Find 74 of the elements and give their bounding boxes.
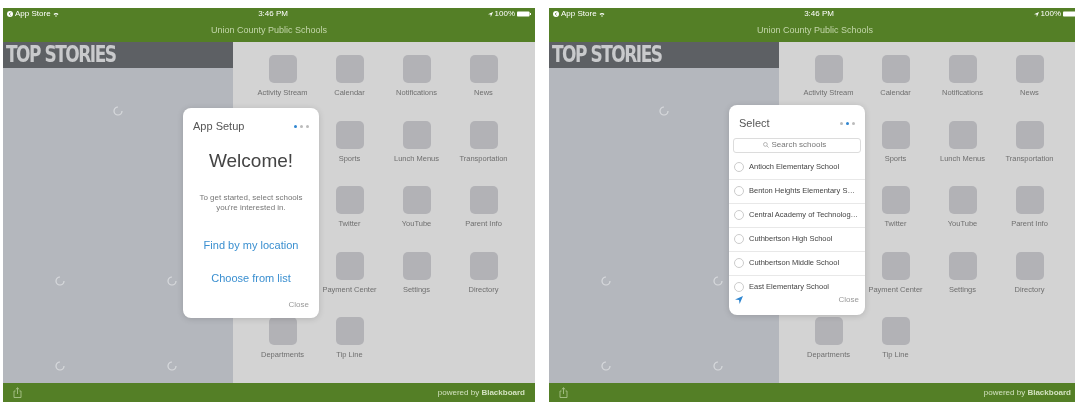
- close-button[interactable]: Close: [288, 299, 309, 311]
- back-icon: [553, 11, 559, 17]
- menu-tile-icon[interactable]: [335, 186, 364, 215]
- share-icon[interactable]: [559, 387, 568, 398]
- menu-tile-icon[interactable]: [881, 317, 910, 346]
- search-input[interactable]: Search schools: [771, 139, 832, 151]
- location-icon: [487, 11, 493, 17]
- loading-spinner-icon: [167, 360, 177, 371]
- powered-by-text: powered by Blackboard: [983, 386, 1071, 399]
- loading-spinner-icon: [713, 275, 723, 286]
- section-heading: TOP STORIES: [552, 39, 662, 70]
- menu-tile-icon[interactable]: [469, 55, 498, 83]
- battery-percent: 100%: [1040, 8, 1061, 20]
- loading-spinner-icon: [713, 360, 723, 371]
- menu-tile-icon[interactable]: [948, 186, 977, 215]
- loading-spinner-icon: [601, 360, 611, 371]
- back-link[interactable]: App Store: [15, 8, 51, 20]
- loading-spinner-icon: [55, 275, 65, 286]
- menu-tile-icon[interactable]: [268, 55, 297, 83]
- menu-tile-icon[interactable]: [335, 55, 364, 83]
- status-time: 3:46 PM: [804, 8, 834, 20]
- location-arrow-icon[interactable]: [735, 296, 743, 304]
- menu-tile-icon[interactable]: [814, 317, 843, 346]
- menu-tile-icon[interactable]: [948, 251, 977, 280]
- search-icon: [762, 142, 769, 148]
- wifi-icon: [598, 11, 605, 17]
- menu-tile-icon[interactable]: [402, 186, 431, 215]
- menu-tile-icon[interactable]: [402, 251, 431, 280]
- powered-by-text: powered by Blackboard: [437, 386, 525, 399]
- menu-tile-icon[interactable]: [1015, 120, 1044, 149]
- status-time: 3:46 PM: [258, 8, 288, 20]
- location-icon: [1033, 11, 1039, 17]
- menu-tile-icon[interactable]: [268, 317, 297, 346]
- loading-spinner-icon: [113, 105, 123, 116]
- menu-tile-icon[interactable]: [881, 251, 910, 280]
- back-icon: [7, 11, 13, 17]
- loading-spinner-icon: [167, 275, 177, 286]
- setup-link[interactable]: Find by my location: [203, 236, 299, 254]
- menu-tile-icon[interactable]: [469, 186, 498, 215]
- battery-icon: [517, 11, 531, 17]
- menu-tile-icon[interactable]: [335, 317, 364, 346]
- menu-tile-icon[interactable]: [335, 120, 364, 149]
- menu-tile-icon[interactable]: [881, 120, 910, 149]
- setup-link[interactable]: Choose from list: [211, 269, 291, 287]
- battery-percent: 100%: [494, 8, 515, 20]
- menu-tile-icon[interactable]: [335, 251, 364, 280]
- menu-tile-icon[interactable]: [1015, 186, 1044, 215]
- menu-tile-icon[interactable]: [1015, 55, 1044, 83]
- menu-tile-icon[interactable]: [469, 251, 498, 280]
- menu-tile-icon[interactable]: [814, 55, 843, 83]
- menu-tile-icon[interactable]: [948, 120, 977, 149]
- search-field[interactable]: Search schools: [733, 137, 861, 153]
- back-link[interactable]: App Store: [561, 8, 597, 20]
- battery-icon: [1063, 11, 1075, 17]
- dialog-title: App Setup: [193, 119, 245, 134]
- menu-tile-icon[interactable]: [881, 186, 910, 215]
- menu-tile-icon[interactable]: [1015, 251, 1044, 280]
- app-title: Union County Public Schools: [756, 24, 874, 38]
- share-icon[interactable]: [13, 387, 22, 398]
- setup-message: To get started, select schools you're interested in.: [198, 193, 304, 213]
- menu-tile-icon[interactable]: [469, 120, 498, 149]
- section-heading: TOP STORIES: [6, 39, 116, 70]
- dialog-title: Select: [739, 116, 770, 131]
- app-title: Union County Public Schools: [210, 24, 328, 38]
- loading-spinner-icon: [55, 360, 65, 371]
- loading-spinner-icon: [659, 105, 669, 116]
- menu-tile-icon[interactable]: [402, 55, 431, 83]
- menu-tile-icon[interactable]: [881, 55, 910, 83]
- menu-tile-icon[interactable]: [948, 55, 977, 83]
- welcome-heading: Welcome!: [207, 148, 295, 173]
- menu-tile-icon[interactable]: [402, 120, 431, 149]
- wifi-icon: [52, 11, 59, 17]
- loading-spinner-icon: [601, 275, 611, 286]
- close-button[interactable]: Close: [838, 294, 859, 306]
